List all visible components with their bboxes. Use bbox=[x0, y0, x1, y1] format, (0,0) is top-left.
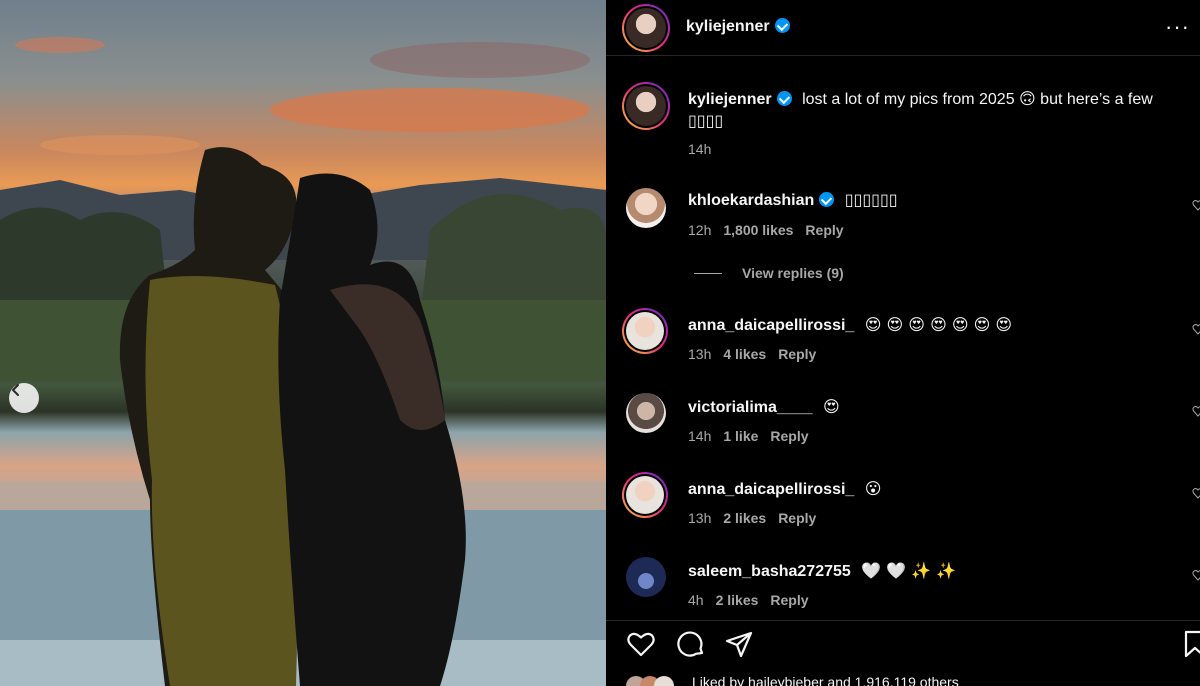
comment-time: 12h bbox=[688, 222, 712, 238]
comment-meta: 12h 1,800 likes Reply bbox=[688, 222, 844, 238]
reply-button[interactable]: Reply bbox=[778, 346, 816, 362]
reply-button[interactable]: Reply bbox=[770, 592, 808, 608]
verified-badge-icon bbox=[819, 192, 835, 207]
comment-username[interactable]: victorialima____ bbox=[688, 399, 813, 416]
comment-like-heart-icon[interactable] bbox=[1192, 487, 1200, 499]
comment-icon[interactable] bbox=[676, 629, 706, 659]
reply-button[interactable]: Reply bbox=[770, 428, 808, 444]
comment-like-heart-icon[interactable] bbox=[1192, 405, 1200, 417]
author-username[interactable]: kyliejenner bbox=[686, 18, 790, 36]
photo-scene bbox=[0, 37, 606, 686]
instagram-post-view: kyliejenner ··· kyliejenner lost a lot o… bbox=[0, 0, 1200, 686]
comment-text: 🤍 🤍 ✨ ✨ bbox=[861, 561, 957, 580]
comment-meta: 13h 2 likes Reply bbox=[688, 510, 816, 526]
reply-button[interactable]: Reply bbox=[778, 510, 816, 526]
comment-like-heart-icon[interactable] bbox=[1192, 569, 1200, 581]
author-username-text[interactable]: kyliejenner bbox=[686, 18, 770, 35]
comment-time: 4h bbox=[688, 592, 704, 608]
post-action-bar bbox=[606, 620, 1200, 664]
paper-plane-icon[interactable] bbox=[724, 629, 754, 659]
comment-time: 14h bbox=[688, 428, 712, 444]
post-side-panel: kyliejenner ··· kyliejenner lost a lot o… bbox=[606, 0, 1200, 686]
comment-likes[interactable]: 2 likes bbox=[716, 592, 759, 608]
caption-line-2: ▯▯▯▯ bbox=[688, 113, 724, 130]
comment-avatar[interactable] bbox=[626, 393, 666, 433]
comment-body: victorialima____ 😍 bbox=[688, 397, 840, 417]
liked-by-avatar bbox=[654, 676, 674, 686]
likes-summary[interactable]: Liked by hailеybieber and 1,916,119 othe… bbox=[692, 674, 959, 686]
comment-body: anna_daicapellirossi_ 😍 😍 😍 😍 😍 😍 😍 bbox=[688, 315, 1012, 335]
more-options-button[interactable]: ··· bbox=[1165, 14, 1190, 40]
comment-text: ▯▯▯▯▯▯ bbox=[844, 192, 898, 209]
comment-likes[interactable]: 2 likes bbox=[723, 510, 766, 526]
caption-text: lost a lot of my pics from 2025 🙃 but he… bbox=[802, 91, 1153, 108]
comment-avatar[interactable] bbox=[626, 188, 666, 228]
chevron-left-icon bbox=[12, 384, 19, 396]
heart-icon[interactable] bbox=[626, 629, 656, 659]
comment-username[interactable]: anna_daicapellirossi_ bbox=[688, 317, 854, 334]
replies-divider bbox=[694, 273, 722, 274]
post-header: kyliejenner ··· bbox=[606, 0, 1200, 56]
caption-line-1: kyliejenner lost a lot of my pics from 2… bbox=[688, 89, 1153, 109]
comment-like-heart-icon[interactable] bbox=[1192, 323, 1200, 335]
comment-like-heart-icon[interactable] bbox=[1192, 199, 1200, 211]
comment-meta: 14h 1 like Reply bbox=[688, 428, 809, 444]
comment-username[interactable]: anna_daicapellirossi_ bbox=[688, 481, 854, 498]
caption-author-avatar[interactable] bbox=[622, 82, 670, 130]
comment-username[interactable]: khloekardashian bbox=[688, 192, 814, 209]
comment-likes[interactable]: 1 like bbox=[723, 428, 758, 444]
reply-button[interactable]: Reply bbox=[805, 222, 843, 238]
comment-body: saleem_basha272755 🤍 🤍 ✨ ✨ bbox=[688, 561, 956, 581]
carousel-prev-button[interactable] bbox=[9, 383, 39, 413]
comment-likes[interactable]: 4 likes bbox=[723, 346, 766, 362]
verified-badge-icon bbox=[776, 91, 792, 106]
caption-author-username[interactable]: kyliejenner bbox=[688, 91, 772, 108]
caption-time: 14h bbox=[688, 141, 712, 157]
author-avatar[interactable] bbox=[622, 4, 670, 52]
comment-text: 😮 bbox=[864, 479, 882, 498]
comment-time: 13h bbox=[688, 346, 712, 362]
comment-avatar[interactable] bbox=[622, 308, 668, 354]
comment-time: 13h bbox=[688, 510, 712, 526]
bookmark-icon[interactable] bbox=[1180, 629, 1200, 659]
comment-username[interactable]: saleem_basha272755 bbox=[688, 563, 851, 580]
comment-meta: 4h 2 likes Reply bbox=[688, 592, 809, 608]
comment-text: 😍 😍 😍 😍 😍 😍 😍 bbox=[864, 315, 1013, 334]
comment-body: anna_daicapellirossi_ 😮 bbox=[688, 479, 881, 499]
comment-body: khloekardashian ▯▯▯▯▯▯ bbox=[688, 190, 898, 210]
comment-likes[interactable]: 1,800 likes bbox=[723, 222, 793, 238]
comment-text: 😍 bbox=[822, 397, 840, 416]
comment-meta: 13h 4 likes Reply bbox=[688, 346, 816, 362]
comment-avatar[interactable] bbox=[626, 557, 666, 597]
view-replies-button[interactable]: View replies (9) bbox=[742, 265, 844, 281]
comment-avatar[interactable] bbox=[622, 472, 668, 518]
verified-badge-icon bbox=[774, 18, 790, 33]
post-photo[interactable] bbox=[0, 0, 606, 686]
